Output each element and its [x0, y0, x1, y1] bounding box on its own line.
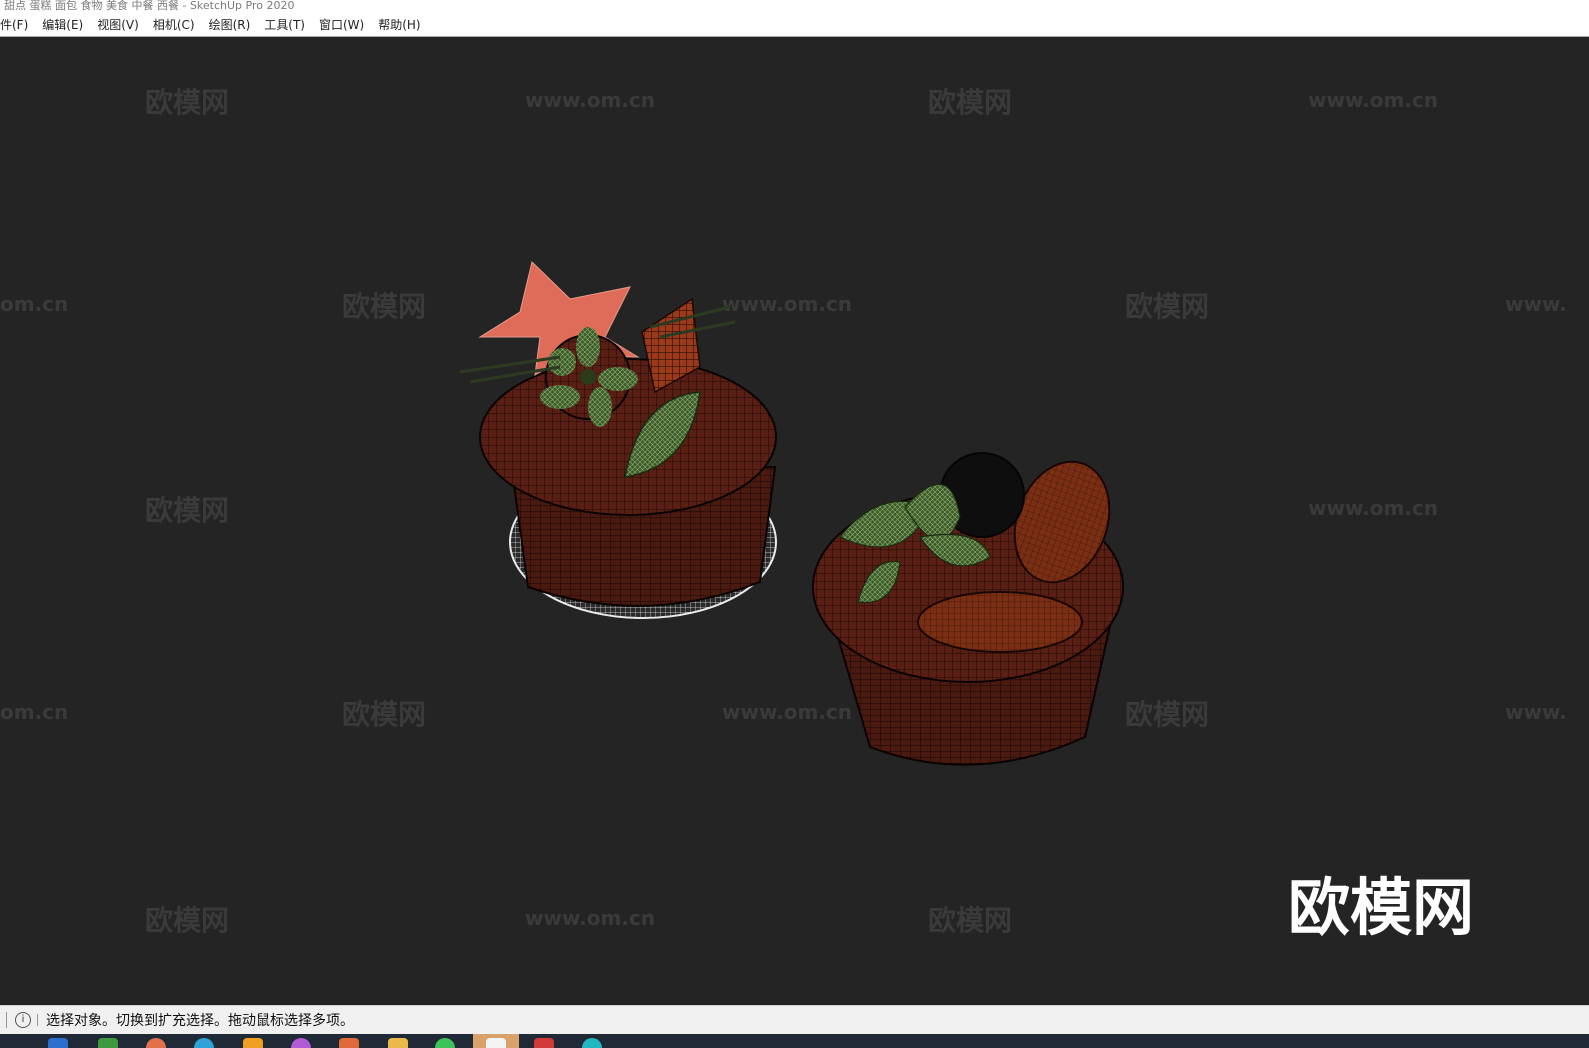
globe-icon[interactable] — [582, 1038, 602, 1048]
watermark-url-cut: www. — [1505, 700, 1567, 724]
watermark-brand: 欧模网 — [928, 904, 1012, 937]
watermark-layer: 欧模网 www.om.cn 欧模网 www.om.cn om.cn 欧模网 ww… — [0, 86, 1567, 937]
status-separator — [37, 1014, 38, 1026]
status-edge — [0, 1012, 7, 1028]
watermark-url: www.om.cn — [722, 700, 852, 724]
viewport-canvas[interactable]: 欧模网 www.om.cn 欧模网 www.om.cn om.cn 欧模网 ww… — [0, 37, 1589, 1005]
menu-camera[interactable]: 相机(C) — [146, 14, 202, 36]
chocolate-disc — [917, 591, 1083, 653]
menu-tools[interactable]: 工具(T) — [257, 14, 312, 36]
menu-edit[interactable]: 编辑(E) — [35, 14, 90, 36]
watermark-url: www.om.cn — [525, 88, 655, 112]
watermark-brand: 欧模网 — [145, 86, 229, 119]
menu-view[interactable]: 视图(V) — [90, 14, 146, 36]
office-icon[interactable] — [339, 1038, 359, 1048]
watermark-url: www.om.cn — [525, 906, 655, 930]
watermark-brand: 欧模网 — [342, 290, 426, 323]
watermark-url: www.om.cn — [1308, 496, 1438, 520]
menu-help[interactable]: 帮助(H) — [371, 14, 427, 36]
watermark-url-cut: om.cn — [0, 700, 68, 724]
menu-window[interactable]: 窗口(W) — [312, 14, 371, 36]
browser-icon[interactable] — [48, 1038, 68, 1048]
watermark-brand: 欧模网 — [145, 904, 229, 937]
watermark-url-cut: www. — [1505, 292, 1567, 316]
menu-file[interactable]: 件(F) — [0, 14, 35, 36]
status-bar: i 选择对象。切换到扩充选择。拖动鼠标选择多项。 — [0, 1005, 1589, 1034]
watermark-url: www.om.cn — [1308, 88, 1438, 112]
sketchup-icon[interactable] — [486, 1038, 506, 1048]
watermark-brand: 欧模网 — [1125, 698, 1209, 731]
watermark-url-cut: om.cn — [0, 292, 68, 316]
sketchup-window: 甜点 蛋糕 面包 食物 美食 中餐 西餐 - SketchUp Pro 2020… — [0, 0, 1589, 1048]
watermark-brand: 欧模网 — [928, 86, 1012, 119]
color-app-icon[interactable] — [291, 1038, 311, 1048]
info-icon[interactable]: i — [15, 1012, 31, 1028]
cupcake-right-model[interactable] — [812, 448, 1125, 766]
photos-icon[interactable] — [98, 1038, 118, 1048]
os-taskbar — [0, 1034, 1589, 1048]
watermark-brand: 欧模网 — [1125, 290, 1209, 323]
menu-draw[interactable]: 绘图(R) — [202, 14, 258, 36]
model-viewport[interactable]: 欧模网 www.om.cn 欧模网 www.om.cn om.cn 欧模网 ww… — [0, 37, 1589, 1005]
title-bar: 甜点 蛋糕 面包 食物 美食 中餐 西餐 - SketchUp Pro 2020 — [0, 0, 1589, 14]
folder-icon[interactable] — [388, 1038, 408, 1048]
brand-logo: 欧模网 — [1288, 871, 1474, 944]
watermark-brand: 欧模网 — [342, 698, 426, 731]
store-icon[interactable] — [243, 1038, 263, 1048]
pdf-icon[interactable] — [534, 1038, 554, 1048]
chat-icon[interactable] — [435, 1038, 455, 1048]
status-message: 选择对象。切换到扩充选择。拖动鼠标选择多项。 — [46, 1013, 354, 1029]
circle-app-icon[interactable] — [146, 1038, 166, 1048]
edge-icon[interactable] — [194, 1038, 214, 1048]
watermark-brand: 欧模网 — [145, 494, 229, 527]
menu-bar: 件(F) 编辑(E) 视图(V) 相机(C) 绘图(R) 工具(T) 窗口(W)… — [0, 14, 1589, 37]
window-title: 甜点 蛋糕 面包 食物 美食 中餐 西餐 - SketchUp Pro 2020 — [4, 0, 295, 12]
watermark-url: www.om.cn — [722, 292, 852, 316]
